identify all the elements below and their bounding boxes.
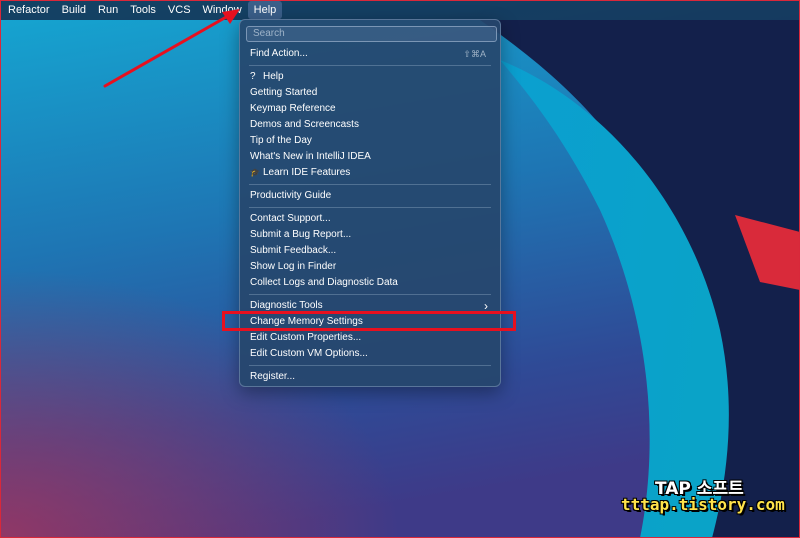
menu-item-label: Submit Feedback... [250,244,337,256]
menu-separator [249,364,491,366]
menu-item-change-memory-settings[interactable]: Change Memory Settings [245,314,495,330]
menu-item-learn-ide-features[interactable]: 🎓 Learn IDE Features [245,165,495,181]
menu-item-label: Keymap Reference [250,102,336,114]
menu-item-label: Edit Custom Properties... [250,331,362,343]
menu-item-register[interactable]: Register... [245,369,495,385]
menu-run[interactable]: Run [92,1,124,19]
menu-item-label: Submit a Bug Report... [250,228,352,240]
menu-bar: Refactor Build Run Tools VCS Window Help [0,0,800,20]
menu-item-label: Learn IDE Features [263,166,351,178]
menu-item-label: Demos and Screencasts [250,118,359,130]
menu-build[interactable]: Build [56,1,92,19]
menu-item-getting-started[interactable]: Getting Started [245,85,495,101]
menu-item-label: Contact Support... [250,212,331,224]
menu-item-label: Show Log in Finder [250,260,337,272]
menu-item-label: Help [263,70,284,82]
menu-item-show-log-in-finder[interactable]: Show Log in Finder [245,259,495,275]
menu-item-tip-of-the-day[interactable]: Tip of the Day [245,133,495,149]
menu-item-label: Find Action... [250,47,308,59]
menu-separator [249,206,491,208]
menu-item-label: Edit Custom VM Options... [250,347,368,359]
menu-separator [249,183,491,185]
menu-item-label: Diagnostic Tools [250,299,323,311]
menu-separator [249,293,491,295]
menu-item-whats-new[interactable]: What's New in IntelliJ IDEA [245,149,495,165]
menu-item-label: Register... [250,370,296,382]
menu-item-label: Getting Started [250,86,318,98]
menu-vcs[interactable]: VCS [162,1,197,19]
menu-item-productivity-guide[interactable]: Productivity Guide [245,188,495,204]
menu-item-edit-custom-properties[interactable]: Edit Custom Properties... [245,330,495,346]
menu-separator [249,64,491,66]
menu-help[interactable]: Help [247,1,283,19]
menu-refactor[interactable]: Refactor [2,1,56,19]
menu-item-help[interactable]: ? Help [245,69,495,85]
menu-item-label: Collect Logs and Diagnostic Data [250,276,398,288]
menu-item-find-action[interactable]: Find Action... ⇧⌘A [245,46,495,62]
chevron-right-icon: › [484,298,488,313]
menu-tools[interactable]: Tools [124,1,162,19]
menu-item-submit-bug-report[interactable]: Submit a Bug Report... [245,227,495,243]
menu-item-diagnostic-tools[interactable]: Diagnostic Tools › [245,298,495,314]
menu-item-label: Productivity Guide [250,189,332,201]
menu-item-label: Tip of the Day [250,134,312,146]
menu-item-label: Change Memory Settings [250,315,363,327]
search-input[interactable] [246,25,497,42]
menu-item-label: What's New in IntelliJ IDEA [250,150,371,162]
menu-item-keymap-reference[interactable]: Keymap Reference [245,101,495,117]
help-dropdown-menu: Find Action... ⇧⌘A ? Help Getting Starte… [239,19,501,387]
shortcut-label: ⇧⌘A [463,48,486,59]
watermark-url: tttap.tistory.com [621,495,785,514]
menu-item-contact-support[interactable]: Contact Support... [245,211,495,227]
menu-item-edit-custom-vm-options[interactable]: Edit Custom VM Options... [245,346,495,362]
menu-item-collect-logs[interactable]: Collect Logs and Diagnostic Data [245,275,495,291]
menu-window[interactable]: Window [197,1,248,19]
graduation-cap-icon: 🎓 [250,167,260,177]
menu-item-submit-feedback[interactable]: Submit Feedback... [245,243,495,259]
menu-item-demos-screencasts[interactable]: Demos and Screencasts [245,117,495,133]
question-icon: ? [250,70,256,82]
